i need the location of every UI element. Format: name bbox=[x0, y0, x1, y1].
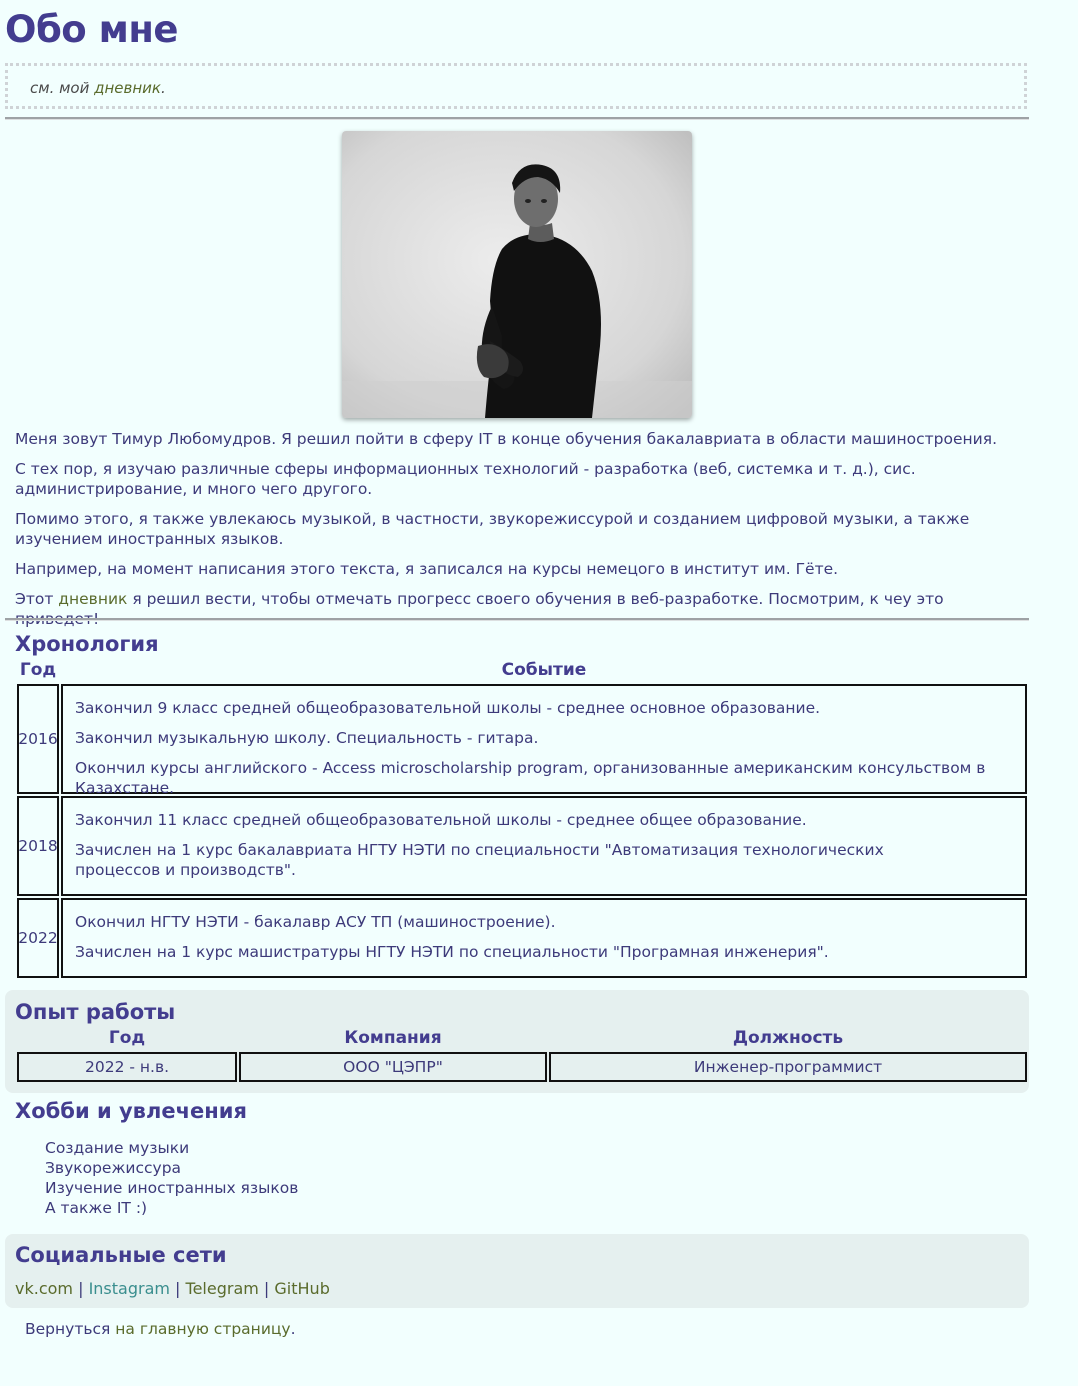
back-home: Вернуться на главную страницу. bbox=[25, 1320, 296, 1338]
timeline-event: Закончил музыкальную школу. Специальност… bbox=[75, 729, 539, 747]
social-title: Социальные сети bbox=[15, 1243, 227, 1267]
diary-note-suffix: . bbox=[160, 79, 166, 97]
social-separator: | bbox=[169, 1279, 186, 1298]
back-prefix: Вернуться bbox=[25, 1320, 116, 1338]
work-col-company: Компания bbox=[344, 1028, 442, 1048]
home-link[interactable]: на главную страницу bbox=[115, 1320, 290, 1338]
hobbies-title: Хобби и увлечения bbox=[15, 1099, 247, 1123]
timeline-event: Закончил 11 класс средней общеобразовате… bbox=[75, 811, 807, 829]
diary-link-inline[interactable]: дневник bbox=[58, 590, 127, 608]
timeline-event: Окончил НГТУ НЭТИ - бакалавр АСУ ТП (маш… bbox=[75, 913, 556, 931]
intro-p5-suffix: я решил вести, чтобы отмечать прогресс с… bbox=[15, 590, 944, 628]
hobby-item: Создание музыки bbox=[45, 1139, 190, 1157]
page-title: Обо мне bbox=[5, 8, 179, 51]
work-company-cell: ООО "ЦЭПР" bbox=[239, 1052, 547, 1082]
diary-note: см. мой дневник. bbox=[5, 63, 1027, 109]
timeline-event: Зачислен на 1 курс бакалавриата НГТУ НЭТ… bbox=[75, 841, 884, 879]
hobby-item: Звукорежиссура bbox=[45, 1159, 182, 1177]
social-separator: | bbox=[258, 1279, 275, 1298]
timeline-title: Хронология bbox=[15, 632, 159, 656]
intro-paragraph-2: С тех пор, я изучаю различные сферы инфо… bbox=[15, 460, 916, 498]
timeline-year-cell: 2016 bbox=[17, 684, 59, 794]
social-separator: | bbox=[73, 1279, 89, 1298]
work-col-position: Должность bbox=[732, 1028, 844, 1048]
intro-paragraph-5: Этот дневник я решил вести, чтобы отмеча… bbox=[15, 589, 1020, 629]
social-links: vk.com | Instagram | Telegram | GitHub bbox=[15, 1279, 330, 1298]
vk-link[interactable]: vk.com bbox=[15, 1279, 73, 1298]
timeline-col-event: Событие bbox=[501, 660, 587, 680]
timeline-event: Зачислен на 1 курс машистратуры НГТУ НЭТ… bbox=[75, 943, 829, 961]
intro-p5-prefix: Этот bbox=[15, 590, 59, 608]
work-col-year: Год bbox=[108, 1028, 146, 1048]
work-year-cell: 2022 - н.в. bbox=[17, 1052, 237, 1082]
timeline-year-cell: 2022 bbox=[17, 898, 59, 978]
timeline-col-year: Год bbox=[19, 660, 57, 680]
work-position-cell: Инженер-программист bbox=[549, 1052, 1027, 1082]
profile-photo bbox=[342, 131, 692, 418]
timeline-event-cell: Закончил 11 класс средней общеобразовате… bbox=[61, 796, 1027, 896]
timeline-event: Закончил 9 класс средней общеобразовател… bbox=[75, 699, 821, 717]
work-title: Опыт работы bbox=[15, 1000, 176, 1024]
hobby-item: Изучение иностранных языков bbox=[45, 1179, 299, 1197]
instagram-link[interactable]: Instagram bbox=[89, 1279, 170, 1298]
diary-note-text: см. мой дневник. bbox=[30, 79, 166, 97]
github-link[interactable]: GitHub bbox=[274, 1279, 329, 1298]
intro-paragraph-3: Помимо этого, я также увлекаюсь музыкой,… bbox=[15, 510, 970, 548]
divider bbox=[5, 117, 1029, 119]
intro-paragraph-1: Меня зовут Тимур Любомудров. Я решил пой… bbox=[15, 430, 997, 448]
hobby-item: А также IT :) bbox=[45, 1199, 148, 1217]
intro-paragraph-4: Например, на момент написания этого текс… bbox=[15, 560, 839, 578]
timeline-event-cell: Закончил 9 класс средней общеобразовател… bbox=[61, 684, 1027, 797]
diary-link[interactable]: дневник bbox=[94, 79, 161, 97]
divider bbox=[5, 618, 1029, 620]
timeline-event-cell: Окончил НГТУ НЭТИ - бакалавр АСУ ТП (маш… bbox=[61, 898, 1027, 978]
timeline-event: Окончил курсы английского - Access micro… bbox=[75, 759, 986, 797]
back-suffix: . bbox=[290, 1320, 296, 1338]
diary-note-prefix: см. мой bbox=[30, 79, 95, 97]
telegram-link[interactable]: Telegram bbox=[186, 1279, 259, 1298]
timeline-year-cell: 2018 bbox=[17, 796, 59, 896]
